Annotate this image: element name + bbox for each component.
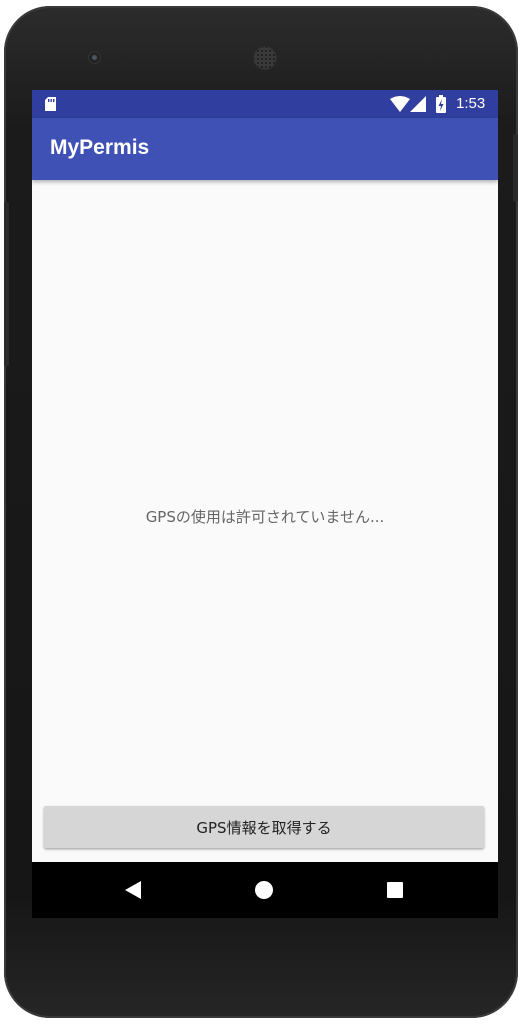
recents-icon[interactable] (387, 882, 403, 898)
gps-permission-message: GPSの使用は許可されていません... (145, 508, 385, 526)
volume-button (4, 202, 9, 366)
status-bar: 1:53 (32, 90, 498, 118)
wifi-icon (390, 96, 410, 112)
get-gps-info-button[interactable]: GPS情報を取得する (44, 806, 484, 848)
home-icon[interactable] (255, 881, 273, 899)
signal-icon (410, 96, 426, 112)
battery-charging-icon (436, 95, 446, 113)
proximity-sensor (424, 53, 431, 60)
power-button (513, 134, 518, 202)
navigation-bar (32, 862, 498, 918)
app-title: MyPermis (50, 136, 150, 159)
back-icon[interactable] (124, 880, 142, 900)
screen: 1:53 MyPermis GPSの使用は許可されていません... GPS情報を… (32, 90, 498, 918)
sd-card-icon (45, 97, 56, 111)
light-sensor (440, 53, 447, 60)
front-camera (88, 51, 101, 64)
app-bar: MyPermis (32, 118, 498, 180)
status-time: 1:53 (456, 95, 486, 112)
earpiece-speaker (253, 46, 277, 70)
phone-frame: 1:53 MyPermis GPSの使用は許可されていません... GPS情報を… (4, 6, 518, 1018)
